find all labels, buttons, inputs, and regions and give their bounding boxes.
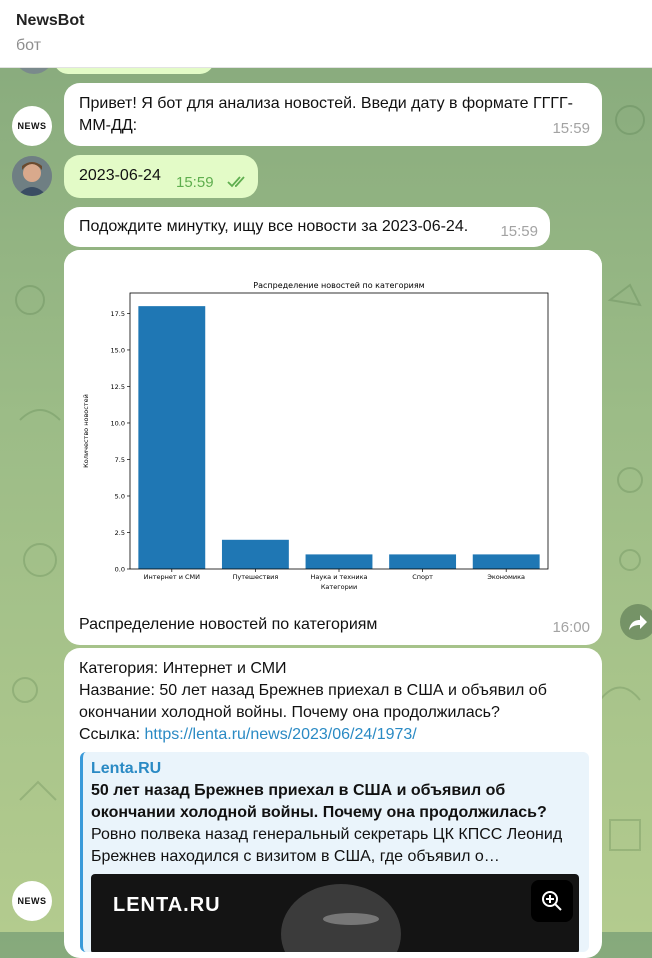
- preview-photo: [281, 884, 401, 952]
- message-user-date[interactable]: 2023-06-24 15:59: [64, 155, 258, 198]
- chart-bar: [221, 539, 289, 569]
- y-tick-label: 7.5: [115, 456, 125, 464]
- chart-bar: [472, 554, 540, 569]
- chart-title: Распределение новостей по категориям: [253, 281, 424, 290]
- chat-header[interactable]: NewsBot бот: [0, 0, 652, 68]
- chart-image[interactable]: Распределение новостей по категориям Инте…: [64, 250, 602, 595]
- preview-site-name: Lenta.RU: [91, 760, 162, 777]
- y-tick-label: 10.0: [111, 419, 125, 427]
- bot-avatar[interactable]: NEWS: [12, 106, 52, 146]
- preview-description: Ровно полвека назад генеральный секретар…: [91, 826, 563, 865]
- bot-avatar-label: NEWS: [17, 121, 47, 131]
- user-photo-icon: [12, 156, 52, 196]
- forward-arrow-icon: [629, 615, 647, 630]
- message-text: Привет! Я бот для анализа новостей. Введ…: [79, 95, 573, 134]
- news-link-label: Ссылка:: [79, 726, 145, 743]
- chat-title: NewsBot: [16, 12, 85, 29]
- message-chart[interactable]: Распределение новостей по категориям Инте…: [64, 250, 602, 645]
- news-link[interactable]: https://lenta.ru/news/2023/06/24/1973/: [145, 726, 417, 743]
- message-news[interactable]: Категория: Интернет и СМИ Название: 50 л…: [64, 648, 602, 958]
- news-title-line: Название: 50 лет назад Брежнев приехал в…: [79, 682, 547, 721]
- y-tick-label: 12.5: [111, 383, 125, 391]
- chart-bar: [138, 306, 206, 569]
- forward-button[interactable]: [620, 604, 652, 640]
- message-waiting[interactable]: Подождите минутку, ищу все новости за 20…: [64, 207, 550, 247]
- message-text: 2023-06-24: [79, 167, 161, 184]
- y-tick-label: 0.0: [115, 566, 125, 574]
- y-tick-label: 17.5: [111, 310, 125, 318]
- news-link-line: Ссылка: https://lenta.ru/news/2023/06/24…: [79, 724, 417, 746]
- x-tick-label: Спорт: [412, 573, 433, 581]
- x-tick-label: Путешествия: [233, 573, 279, 581]
- bot-avatar[interactable]: NEWS: [12, 881, 52, 921]
- bar-chart: Распределение новостей по категориям Инте…: [82, 281, 549, 591]
- link-preview[interactable]: Lenta.RU 50 лет назад Брежнев приехал в …: [80, 752, 589, 952]
- y-axis-label: Количество новостей: [82, 394, 90, 468]
- chart-caption: Распределение новостей по категориям: [79, 616, 378, 633]
- user-avatar[interactable]: [12, 156, 52, 196]
- x-tick-label: Интернет и СМИ: [144, 573, 201, 581]
- x-axis-label: Категории: [321, 583, 357, 591]
- message-time: 16:00: [552, 619, 590, 636]
- message-time: 15:59: [500, 223, 538, 240]
- news-category: Категория: Интернет и СМИ: [79, 660, 287, 677]
- message-greeting[interactable]: Привет! Я бот для анализа новостей. Введ…: [64, 83, 602, 146]
- preview-title: 50 лет назад Брежнев приехал в США и объ…: [91, 782, 547, 821]
- message-time: 15:59: [176, 174, 214, 191]
- y-tick-label: 2.5: [115, 529, 125, 537]
- chart-bar: [389, 554, 457, 569]
- x-tick-label: Наука и техника: [311, 573, 368, 581]
- y-tick-label: 5.0: [115, 492, 125, 500]
- zoom-button[interactable]: [531, 880, 573, 922]
- read-checkmarks-icon: [227, 176, 245, 188]
- preview-image[interactable]: LENTA.RU: [91, 874, 579, 952]
- y-tick-label: 15.0: [111, 346, 125, 354]
- message-text: Подождите минутку, ищу все новости за 20…: [79, 218, 469, 235]
- chart-bar: [305, 554, 373, 569]
- message-time: 15:59: [552, 120, 590, 137]
- zoom-in-icon: [542, 891, 562, 911]
- chat-subtitle: бот: [16, 37, 42, 54]
- bot-avatar-label: NEWS: [17, 896, 47, 906]
- x-tick-label: Экономика: [487, 573, 525, 581]
